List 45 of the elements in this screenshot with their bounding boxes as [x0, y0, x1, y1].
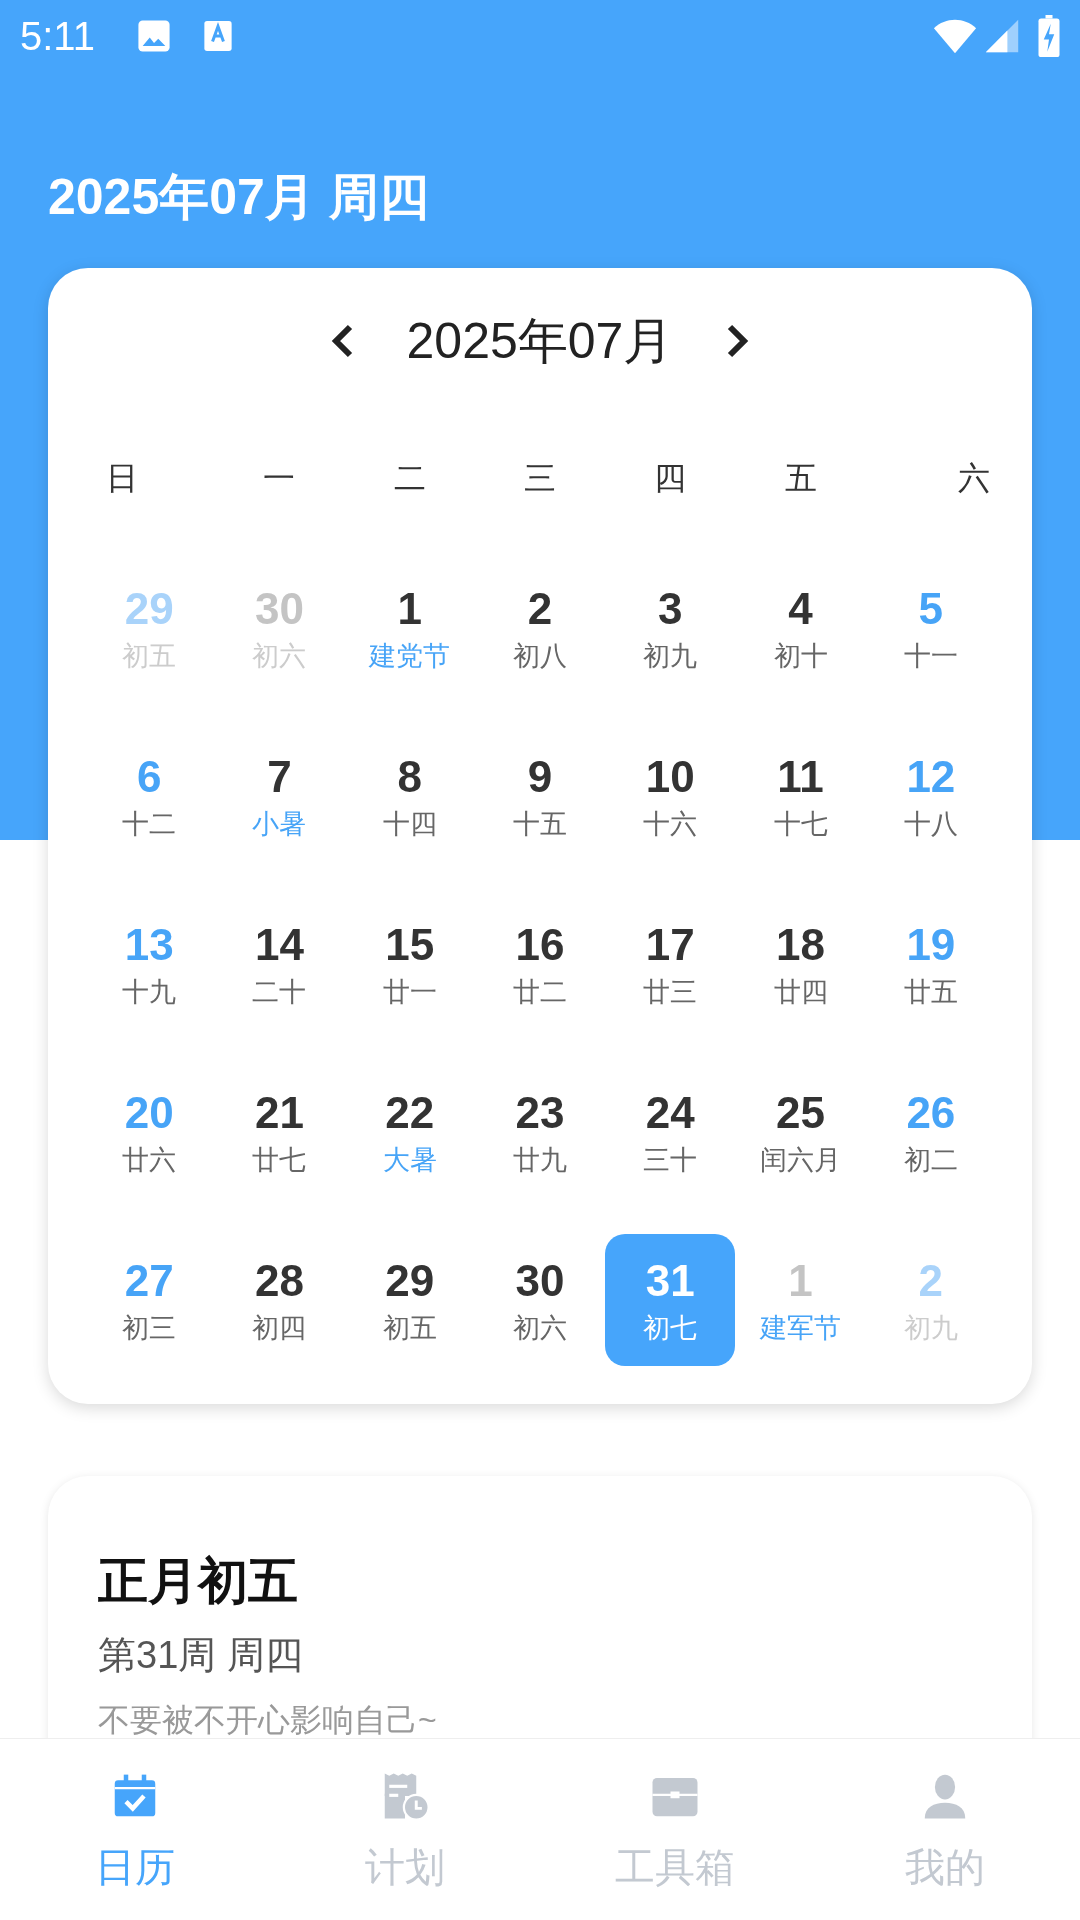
day-cell[interactable]: 6 十二 [84, 730, 215, 862]
day-cell[interactable]: 19 廿五 [865, 898, 996, 1030]
month-label: 2025年07月 [406, 311, 674, 371]
image-icon [136, 19, 171, 53]
weekday-label: 一 [262, 459, 297, 498]
day-cell[interactable]: 5 十一 [865, 562, 996, 694]
day-cell[interactable]: 22 大暑 [344, 1066, 475, 1198]
day-cell[interactable]: 29 初五 [344, 1234, 475, 1366]
day-cell[interactable]: 9 十五 [474, 730, 606, 862]
weekday-label: 二 [392, 459, 427, 498]
day-cell[interactable]: 24 三十 [605, 1066, 736, 1198]
day-cell[interactable]: 2 初八 [474, 562, 606, 694]
day-cell[interactable]: 7 小暑 [214, 730, 345, 862]
day-cell[interactable]: 4 初十 [735, 562, 866, 694]
day-cell[interactable]: 20 廿六 [84, 1066, 215, 1198]
day-cell[interactable]: 1 建党节 [344, 562, 475, 694]
status-time: 5:11 [20, 13, 95, 60]
text-app-icon [202, 19, 233, 53]
day-cell[interactable]: 21 廿七 [214, 1066, 345, 1198]
day-cell[interactable]: 28 初四 [214, 1234, 345, 1366]
day-cell[interactable]: 12 十八 [865, 730, 996, 862]
header-title: 2025年07月 周四 [48, 172, 430, 222]
day-cell[interactable]: 16 廿二 [474, 898, 606, 1030]
day-cell[interactable]: 18 廿四 [735, 898, 866, 1030]
day-cell[interactable]: 14 二十 [214, 898, 345, 1030]
weekday-label: 四 [653, 459, 688, 498]
day-cell[interactable]: 27 初三 [84, 1234, 215, 1366]
day-cell[interactable]: 3 初九 [605, 562, 736, 694]
day-cell[interactable]: 30 初六 [474, 1234, 606, 1366]
weekday-label: 六 [957, 459, 991, 498]
day-cell[interactable]: 10 十六 [605, 730, 736, 862]
weekday-label: 三 [523, 459, 557, 498]
day-cell[interactable]: 13 十九 [84, 898, 215, 1030]
lunar-date-title: 正月初五 [98, 1556, 299, 1606]
quote-text: 不要被不开心影响自己~ [98, 1704, 438, 1736]
day-cell[interactable]: 25 闰六月 [735, 1066, 866, 1198]
weekday-label: 五 [783, 459, 818, 498]
day-cell[interactable]: 26 初二 [865, 1066, 996, 1198]
day-cell[interactable]: 15 廿一 [344, 898, 475, 1030]
day-cell[interactable]: 17 廿三 [605, 898, 736, 1030]
day-cell[interactable]: 23 廿九 [474, 1066, 606, 1198]
day-cell[interactable]: 8 十四 [344, 730, 475, 862]
day-cell[interactable]: 11 十七 [735, 730, 866, 862]
weekday-label: 日 [105, 459, 139, 498]
week-info: 第31周 周四 [98, 1636, 304, 1674]
